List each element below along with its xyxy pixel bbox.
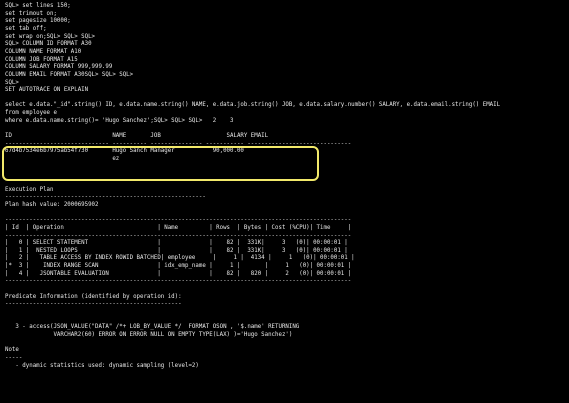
terminal-line: | 2 | TABLE ACCESS BY INDEX ROWID BATCHE… (5, 255, 355, 262)
terminal-line: ----------------------------------------… (5, 217, 352, 224)
terminal-line: set trimout on; (5, 10, 57, 17)
terminal-line: select e.data."_id".string() ID, e.data.… (5, 102, 501, 109)
terminal-line: ----------------------------------------… (5, 194, 206, 201)
terminal-line: | 0 | SELECT STATEMENT | | 82 | 331K| 3 … (5, 240, 348, 247)
terminal-line: Predicate Information (identified by ope… (5, 293, 182, 300)
terminal-line: 3 - access(JSON_VALUE("DATA" /*+ LOB_BY_… (5, 324, 300, 331)
terminal-line: ----------------------------------------… (5, 301, 182, 308)
terminal-line: ID NAME JOB SALARY EMAIL (5, 133, 269, 140)
terminal-line: ------------------------------ ---------… (5, 140, 352, 147)
terminal-line: COLUMN JOB FORMAT A15 (5, 56, 78, 63)
terminal-line: ez (5, 156, 120, 162)
terminal-line: SQL> set lines 150; (5, 3, 71, 9)
terminal-line: Plan hash value: 2000695902 (5, 201, 99, 208)
terminal-line: COLUMN NAME FORMAT A10 (5, 48, 82, 55)
terminal-line: 67d4b7534e6b7975ab54f730 Hugo Sanch Mana… (5, 148, 244, 155)
terminal-line: set tab off; (5, 25, 47, 32)
terminal-line: | 1 | NESTED LOOPS | | 82 | 331K| 3 (0)|… (5, 247, 348, 254)
terminal-line: ----------------------------------------… (5, 232, 352, 239)
terminal-line: where e.data.name.string()= 'Hugo Sanche… (5, 117, 234, 124)
terminal-line: Note (5, 347, 19, 354)
terminal-line: VARCHAR2(60) ERROR ON ERROR NULL ON EMPT… (5, 331, 293, 338)
terminal-line: SQL> (5, 79, 19, 86)
terminal-line: COLUMN EMAIL FORMAT A30SQL> SQL> SQL> (5, 71, 134, 78)
terminal-line: from employee e (5, 110, 57, 117)
terminal-line: set pagesize 10000; (5, 18, 71, 25)
terminal-line: ----- (5, 354, 23, 361)
terminal-line: |* 3 | INDEX RANGE SCAN | idx_emp_name |… (5, 263, 352, 270)
terminal-line: set wrap on;SQL> SQL> SQL> (5, 33, 96, 40)
terminal-line: SET AUTOTRACE ON EXPLAIN (5, 87, 89, 94)
terminal-line: SQL> COLUMN ID FORMAT A30 (5, 41, 92, 48)
terminal-window[interactable]: SQL> set lines 150; set trimout on; set pa… (0, 0, 569, 403)
terminal-line: | 4 | JSONTABLE EVALUATION | | 82 | 820 … (5, 270, 352, 277)
terminal-line: - dynamic statistics used: dynamic sampl… (5, 362, 199, 369)
terminal-line: | Id | Operation | Name | Rows | Bytes |… (5, 224, 352, 231)
terminal-line: COLUMN SALARY FORMAT 999,999.99 (5, 64, 113, 71)
terminal-line: ----------------------------------------… (5, 278, 352, 285)
terminal-line: Execution Plan (5, 186, 54, 193)
